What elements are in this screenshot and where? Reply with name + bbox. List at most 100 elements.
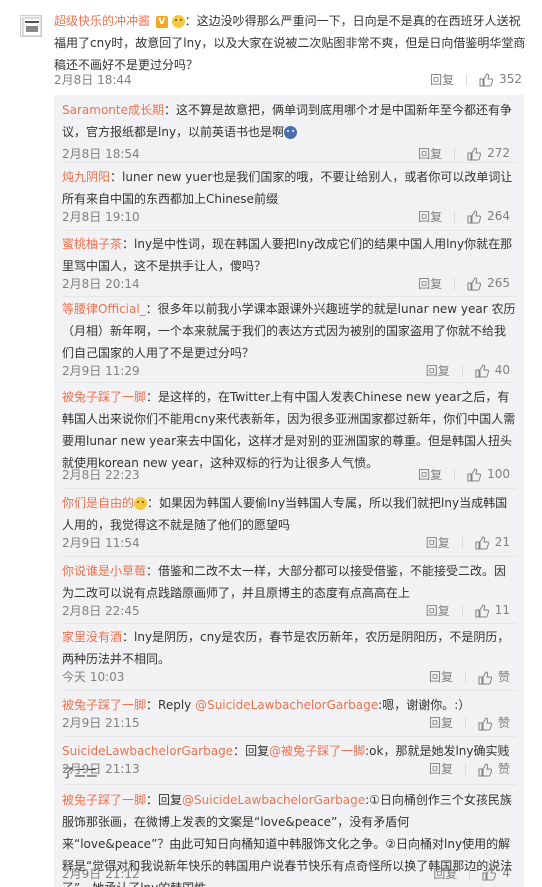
reply-button[interactable]: 回复 bbox=[418, 145, 442, 162]
reply-username[interactable]: 家里没有酒 bbox=[62, 630, 122, 644]
like-button[interactable]: 265 bbox=[467, 276, 510, 291]
reply-button[interactable]: 回复 bbox=[429, 714, 453, 731]
divider bbox=[454, 210, 456, 223]
reply-item: 被兔子踩了一脚：Reply @SuicideLawbachelorGarbage… bbox=[62, 694, 516, 730]
like-button[interactable]: 100 bbox=[467, 467, 510, 482]
thumb-up-icon bbox=[467, 277, 482, 291]
main-comment-username[interactable]: 超级快乐的冲冲酱 bbox=[54, 14, 150, 28]
reply-item: 炖九阴阳：luner new yuer也是我们国家的哦，不要让给别人，或者你可以… bbox=[62, 166, 516, 224]
like-button[interactable]: 赞 bbox=[478, 760, 510, 777]
reply-item: SuicideLawbachelorGarbage：回复@被兔子踩了一脚:ok，… bbox=[62, 740, 516, 784]
main-comment-actions: 回复 352 bbox=[430, 71, 522, 88]
reply-button[interactable]: 回复 bbox=[429, 668, 453, 685]
reply-divider bbox=[62, 736, 516, 737]
reply-button[interactable]: 回复 bbox=[429, 760, 453, 777]
reply-button[interactable]: 回复 bbox=[426, 602, 450, 619]
reply-divider bbox=[62, 784, 516, 785]
reply-item: Saramonte成长期：这不算是故意把，俩单词到底用哪个才是中国新年至今都还有… bbox=[62, 99, 516, 161]
reply-button[interactable]: 回复 bbox=[426, 534, 450, 551]
like-count: 40 bbox=[494, 363, 510, 378]
reply-time: 今天 10:03 bbox=[62, 670, 125, 684]
reply-username[interactable]: Saramonte成长期 bbox=[62, 103, 164, 117]
like-count: 赞 bbox=[497, 716, 510, 730]
reply-username[interactable]: 你说谁是小草莓 bbox=[62, 564, 146, 578]
divider bbox=[454, 147, 456, 160]
reply-text: ：lny是中性词，现在韩国人要把lny改成它们的结果中国人用lny你就在那里骂中… bbox=[62, 237, 513, 273]
reply-button[interactable]: 回复 bbox=[418, 275, 442, 292]
divider bbox=[461, 604, 463, 617]
reply-item: 蜜桃柚子茶：lny是中性词，现在韩国人要把lny改成它们的结果中国人用lny你就… bbox=[62, 233, 516, 291]
divider bbox=[461, 536, 463, 549]
reply-button[interactable]: 回复 bbox=[418, 466, 442, 483]
mention-link[interactable]: @SuicideLawbachelorGarbage bbox=[182, 793, 365, 807]
reply-item: 你们是自由的 ：如果因为韩国人要偷lny当韩国人专属，所以我们就把lny当成韩国人… bbox=[62, 492, 516, 550]
like-button[interactable]: 40 bbox=[475, 363, 510, 378]
reply-username[interactable]: 被兔子踩了一脚 bbox=[62, 698, 146, 712]
thumb-up-icon bbox=[467, 210, 482, 224]
reply-item: 等腰律Official_：很多年以前我小学课本跟课外兴趣班学的就是lunar n… bbox=[62, 298, 516, 378]
thumb-up-icon bbox=[475, 364, 489, 378]
reply-actions: 回复 272 bbox=[418, 145, 510, 162]
like-button[interactable]: 4 bbox=[482, 866, 510, 881]
like-button[interactable]: 352 bbox=[479, 72, 522, 87]
reply-item: 被兔子踩了一脚：是这样的，在Twitter上有中国人发表Chinese new … bbox=[62, 386, 516, 482]
like-button[interactable]: 272 bbox=[467, 146, 510, 161]
reply-username[interactable]: SuicideLawbachelorGarbage bbox=[62, 744, 233, 758]
main-comment-time: 2月8日 18:44 bbox=[54, 73, 132, 87]
reply-time: 2月8日 19:10 bbox=[62, 210, 140, 224]
reply-username[interactable]: 被兔子踩了一脚 bbox=[62, 390, 146, 404]
reply-button[interactable]: 回复 bbox=[430, 71, 454, 88]
thumb-up-icon bbox=[479, 73, 494, 87]
reply-divider bbox=[62, 556, 516, 557]
mention-link[interactable]: @SuicideLawbachelorGarbage bbox=[195, 698, 378, 712]
thumb-up-icon bbox=[467, 147, 482, 161]
reply-username[interactable]: 被兔子踩了一脚 bbox=[62, 793, 146, 807]
divider bbox=[454, 468, 456, 481]
reply-actions: 回复 265 bbox=[418, 275, 510, 292]
reply-divider bbox=[62, 623, 516, 624]
reply-actions: 回复 21 bbox=[426, 534, 510, 551]
reply-time: 2月9日 11:29 bbox=[62, 364, 140, 378]
thumb-up-icon bbox=[475, 604, 489, 618]
thumb-up-icon bbox=[475, 536, 489, 550]
reply-actions: 回复 赞 bbox=[429, 760, 510, 777]
like-count: 264 bbox=[487, 209, 510, 224]
avatar[interactable] bbox=[20, 15, 42, 37]
like-count: 赞 bbox=[497, 670, 510, 684]
reply-username[interactable]: 炖九阴阳 bbox=[62, 170, 110, 184]
like-button[interactable]: 赞 bbox=[478, 714, 510, 731]
reply-username[interactable]: 蜜桃柚子茶 bbox=[62, 237, 122, 251]
reply-actions: 回复 11 bbox=[426, 602, 510, 619]
like-count: 21 bbox=[494, 535, 510, 550]
reply-button[interactable]: 回复 bbox=[418, 208, 442, 225]
reply-text: ：luner new yuer也是我们国家的哦，不要让给别人，或者你可以改单词让… bbox=[62, 170, 513, 206]
reply-divider bbox=[62, 230, 516, 231]
reply-text: :嗯，谢谢你。:） bbox=[378, 698, 471, 712]
reply-time: 2月9日 21:13 bbox=[62, 762, 140, 776]
reply-actions: 回复 40 bbox=[426, 362, 510, 379]
mention-link[interactable]: @被兔子踩了一脚 bbox=[269, 744, 365, 758]
reply-time: 2月8日 22:45 bbox=[62, 604, 140, 618]
like-button[interactable]: 21 bbox=[475, 535, 510, 550]
reply-item: 你说谁是小草莓：借鉴和二改不太一样，大部分都可以接受借鉴，不能接受二改。因为二改… bbox=[62, 560, 516, 618]
like-count: 272 bbox=[487, 146, 510, 161]
main-comment: 超级快乐的冲冲酱 V ：这边没吵得那么严重问一下，日向是不是真的在西班牙人送祝福… bbox=[0, 0, 542, 95]
divider bbox=[464, 670, 466, 683]
reply-button[interactable]: 回复 bbox=[426, 362, 450, 379]
v-badge-icon: V bbox=[155, 15, 168, 28]
reply-button[interactable]: 回复 bbox=[433, 865, 457, 882]
reply-divider bbox=[62, 488, 516, 489]
like-count: 4 bbox=[502, 866, 510, 881]
thumb-up-icon bbox=[478, 716, 492, 730]
like-count: 赞 bbox=[497, 762, 510, 776]
reply-divider bbox=[62, 382, 516, 383]
reply-username[interactable]: 你们是自由的 bbox=[62, 496, 134, 510]
divider bbox=[461, 364, 463, 377]
like-button[interactable]: 11 bbox=[475, 603, 510, 618]
emoji-icon bbox=[134, 497, 148, 510]
reply-time: 2月9日 21:12 bbox=[62, 867, 140, 881]
like-button[interactable]: 264 bbox=[467, 209, 510, 224]
reply-username[interactable]: 等腰律Official_ bbox=[62, 302, 146, 316]
like-button[interactable]: 赞 bbox=[478, 668, 510, 685]
reply-divider bbox=[62, 296, 516, 297]
